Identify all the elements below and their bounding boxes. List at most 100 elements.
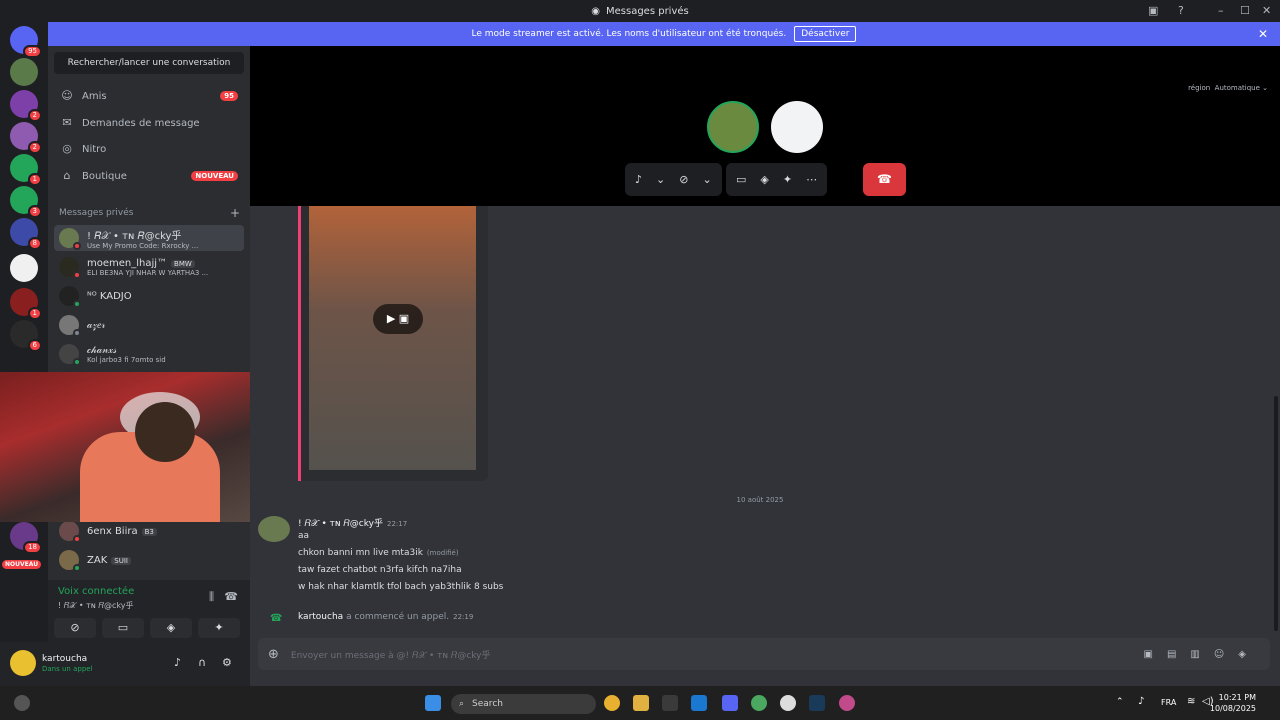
- server-icon[interactable]: 18: [10, 522, 42, 554]
- dm-item[interactable]: 𝒶𝓏𝑒𝓇: [54, 312, 244, 338]
- message-line: chkon banni mn live mta3ik (modifié): [298, 548, 459, 558]
- store-icon[interactable]: [662, 695, 678, 711]
- soundboard-button[interactable]: ✦: [198, 618, 240, 638]
- search-button[interactable]: Rechercher/lancer une conversation: [54, 52, 244, 74]
- screenshare-button[interactable]: ▭: [102, 618, 144, 638]
- microphone-icon[interactable]: ♪: [635, 173, 642, 186]
- dm-item[interactable]: ! 𝑅𝒳 • ᴛɴ 𝑅@cky乎 Use My Promo Code: Rxroc…: [54, 225, 244, 251]
- dm-name: 6enx Biira: [87, 525, 138, 537]
- server-icon[interactable]: 1: [10, 154, 42, 186]
- dm-status: Use My Promo Code: Rxrocky ...: [87, 241, 199, 250]
- message-author[interactable]: ! 𝑅𝒳 • ᴛɴ 𝑅@cky乎: [298, 519, 383, 529]
- server-icon[interactable]: 2: [10, 122, 42, 154]
- nav-label: Amis: [82, 90, 107, 102]
- badge: 18: [23, 541, 42, 554]
- activity-icon[interactable]: ◈: [760, 173, 768, 186]
- chevron-down-icon[interactable]: ⌄: [656, 173, 665, 186]
- message-line: aa: [298, 531, 310, 541]
- maximize-button[interactable]: ☐: [1240, 4, 1250, 17]
- chrome-profile-icon[interactable]: [751, 695, 767, 711]
- chrome-icon[interactable]: [604, 695, 620, 711]
- screenshare-icon[interactable]: ▭: [736, 173, 746, 186]
- nav-shop[interactable]: ⌂ Boutique NOUVEAU: [54, 164, 244, 188]
- soundboard-icon[interactable]: ✦: [783, 173, 792, 186]
- server-icon[interactable]: 1: [10, 288, 42, 320]
- nitro-icon: ◎: [62, 142, 72, 155]
- close-icon[interactable]: ✕: [1258, 27, 1268, 41]
- microphone-icon[interactable]: ♪: [174, 656, 181, 669]
- nav-nitro[interactable]: ◎ Nitro: [54, 137, 244, 161]
- server-list: 95 2 2 1 3 8 1 6 18 NOUVEAU: [0, 22, 48, 686]
- add-dm-icon[interactable]: +: [230, 206, 240, 220]
- avatar[interactable]: [258, 516, 290, 542]
- window-title: Messages privés: [606, 5, 689, 17]
- hangup-button[interactable]: ☎: [863, 163, 906, 196]
- add-attachment-icon[interactable]: ⊕: [268, 647, 279, 662]
- camera-off-icon[interactable]: ⊘: [679, 173, 688, 186]
- phone-icon: ☎: [270, 613, 283, 624]
- home-button[interactable]: 95: [10, 26, 42, 58]
- dm-name: ZAK: [87, 554, 108, 566]
- date-separator: 10 août 2025: [736, 496, 784, 504]
- headphones-icon[interactable]: ∩: [198, 656, 206, 669]
- clock[interactable]: 10:21 PM 10/08/2025: [1210, 692, 1256, 714]
- call-time: 22:19: [453, 613, 474, 621]
- outlook-icon[interactable]: [691, 695, 707, 711]
- nav-friends[interactable]: ☺ Amis 95: [54, 84, 244, 108]
- participant-avatar[interactable]: [771, 101, 823, 153]
- region-select[interactable]: Automatique: [1215, 84, 1260, 92]
- tray-chevron-icon[interactable]: ⌃: [1116, 697, 1124, 707]
- server-icon[interactable]: 3: [10, 186, 42, 218]
- dm-item[interactable]: ᴺᴼ KADJO: [54, 283, 244, 309]
- soundboard-icon[interactable]: ⫼: [209, 590, 214, 604]
- activity-button[interactable]: ◈: [150, 618, 192, 638]
- start-icon[interactable]: [425, 695, 441, 711]
- server-icon[interactable]: 8: [10, 218, 42, 250]
- video-thumbnail[interactable]: [309, 206, 476, 470]
- message-input[interactable]: Envoyer un message à @! 𝑅𝒳 • ᴛɴ 𝑅@cky乎: [291, 648, 491, 661]
- microphone-icon[interactable]: ♪: [1138, 696, 1144, 707]
- discord-icon[interactable]: [722, 695, 738, 711]
- close-window-button[interactable]: ✕: [1262, 4, 1271, 17]
- browser-icon[interactable]: [839, 695, 855, 711]
- badge: 1: [27, 307, 42, 320]
- call-user[interactable]: kartoucha: [298, 612, 343, 622]
- composer-toolbar-icons[interactable]: ▣▤▥☺◈: [1144, 649, 1260, 660]
- server-icon[interactable]: [10, 58, 38, 86]
- settings-icon[interactable]: ⚙: [222, 656, 232, 669]
- language-indicator[interactable]: FRA: [1161, 698, 1176, 707]
- friends-icon: ☺: [61, 89, 73, 102]
- widget-icon[interactable]: [14, 695, 30, 711]
- more-icon[interactable]: ⋯: [806, 173, 817, 186]
- nav-message-requests[interactable]: ✉ Demandes de message: [54, 111, 244, 135]
- play-icon[interactable]: ▶ ▣: [373, 304, 423, 334]
- server-icon[interactable]: 2: [10, 90, 42, 122]
- dm-item[interactable]: 𝒸𝒽𝒶𝓃𝓍𝓈 Kol jarbo3 fi 7omto sid: [54, 341, 244, 367]
- file-explorer-icon[interactable]: [633, 695, 649, 711]
- dm-header: Messages privés: [59, 208, 134, 218]
- camera-button[interactable]: ⊘: [54, 618, 96, 638]
- taskbar-search[interactable]: ⌕ Search: [451, 694, 596, 714]
- inbox-icon[interactable]: ▣: [1148, 4, 1158, 17]
- chevron-down-icon[interactable]: ⌄: [702, 173, 711, 186]
- badge: 6: [27, 339, 42, 352]
- participant-avatar[interactable]: [707, 101, 759, 153]
- search-icon: ⌕: [459, 699, 465, 709]
- disable-button[interactable]: Désactiver: [794, 26, 857, 42]
- clock-time: 10:21 PM: [1218, 693, 1256, 702]
- wifi-icon[interactable]: ≋: [1187, 696, 1195, 707]
- server-icon[interactable]: [10, 254, 38, 282]
- steam-icon[interactable]: [809, 695, 825, 711]
- dm-item[interactable]: ZAK SUII: [54, 547, 244, 573]
- app-icon[interactable]: [780, 695, 796, 711]
- server-icon[interactable]: 6: [10, 320, 42, 352]
- scrollbar[interactable]: [1274, 396, 1278, 631]
- minimize-button[interactable]: –: [1218, 4, 1224, 17]
- dm-item[interactable]: moemen_lhajj™ BMW ELI BE3NA YJI NHAR W YAR…: [54, 254, 244, 280]
- disconnect-icon[interactable]: ☎: [224, 590, 238, 603]
- tag: BMW: [171, 259, 195, 268]
- avatar[interactable]: [10, 650, 36, 676]
- help-icon[interactable]: ?: [1178, 4, 1184, 17]
- dm-name: ᴺᴼ KADJO: [87, 290, 132, 302]
- message-composer[interactable]: ⊕ Envoyer un message à @! 𝑅𝒳 • ᴛɴ 𝑅@cky乎…: [258, 638, 1270, 670]
